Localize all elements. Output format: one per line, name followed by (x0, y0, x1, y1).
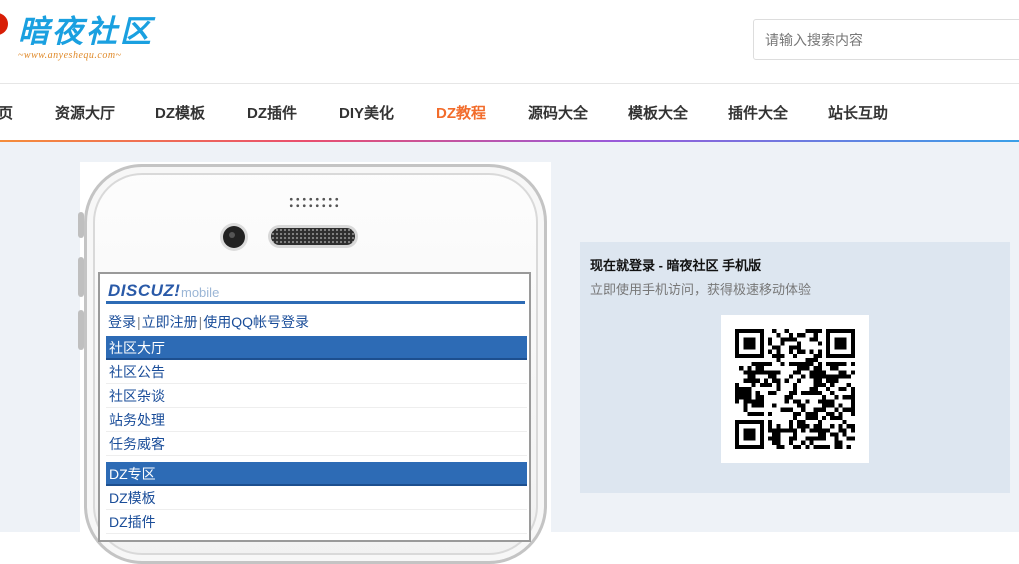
phone-side-button (78, 212, 84, 238)
category-header[interactable]: 社区大厅 (106, 336, 527, 360)
login-panel-subtitle: 立即使用手机访问，获得极速移动体验 (590, 282, 812, 297)
forum-item[interactable]: 社区公告 (106, 360, 527, 384)
discuz-logo: DISCUZ! (108, 281, 181, 300)
register-link[interactable]: 立即注册 (142, 314, 198, 330)
qq-login-link[interactable]: 使用QQ帐号登录 (203, 314, 309, 330)
discuz-header: DISCUZ! mobile (106, 278, 525, 304)
auth-links: 登录|立即注册|使用QQ帐号登录 (108, 314, 310, 330)
nav-item-home[interactable]: 页 (0, 102, 13, 123)
nav-item-source-code[interactable]: 源码大全 (528, 102, 588, 123)
forum-item[interactable]: 站务处理 (106, 408, 527, 432)
phone-earpiece (271, 228, 355, 245)
discuz-mobile-label: mobile (181, 285, 220, 300)
phone-screen: DISCUZ! mobile 登录|立即注册|使用QQ帐号登录 社区大厅 社区公… (98, 272, 531, 542)
forum-item[interactable]: DZ模板 (106, 486, 527, 510)
phone-camera (223, 226, 245, 248)
phone-volume-down (78, 310, 84, 350)
forum-item[interactable]: 任务威客 (106, 432, 527, 456)
search-input[interactable] (754, 20, 1019, 59)
logo-icon (0, 13, 8, 35)
main-content: DISCUZ! mobile 登录|立即注册|使用QQ帐号登录 社区大厅 社区公… (0, 142, 1019, 564)
nav-item-dz-plugins[interactable]: DZ插件 (247, 102, 297, 123)
site-logo[interactable]: 暗夜社区 (18, 6, 154, 51)
nav-item-diy[interactable]: DIY美化 (339, 102, 394, 123)
nav-item-dz-templates[interactable]: DZ模板 (155, 102, 205, 123)
mobile-login-panel: 现在就登录 - 暗夜社区 手机版 立即使用手机访问，获得极速移动体验 (580, 242, 1010, 493)
qr-code-icon (721, 315, 869, 463)
forum-item[interactable]: DZ插件 (106, 510, 527, 534)
login-panel-title: 现在就登录 - 暗夜社区 手机版 (590, 258, 762, 273)
nav-item-plugins[interactable]: 插件大全 (728, 102, 788, 123)
site-header: 暗夜社区 ~www.anyeshequ.com~ (0, 0, 1019, 84)
phone-volume-up (78, 257, 84, 297)
login-link[interactable]: 登录 (108, 314, 136, 330)
category-header[interactable]: DZ专区 (106, 462, 527, 486)
nav-item-webmaster[interactable]: 站长互助 (828, 102, 888, 123)
forum-item[interactable]: 社区杂谈 (106, 384, 527, 408)
site-logo-url: ~www.anyeshequ.com~ (18, 50, 122, 61)
main-nav: 页 资源大厅 DZ模板 DZ插件 DIY美化 DZ教程 源码大全 模板大全 插件… (0, 84, 1019, 140)
nav-item-dz-tutorials[interactable]: DZ教程 (436, 102, 486, 123)
nav-item-templates[interactable]: 模板大全 (628, 102, 688, 123)
phone-sensor-dots (288, 196, 340, 210)
nav-item-resources[interactable]: 资源大厅 (55, 102, 115, 123)
search-box (753, 19, 1019, 60)
